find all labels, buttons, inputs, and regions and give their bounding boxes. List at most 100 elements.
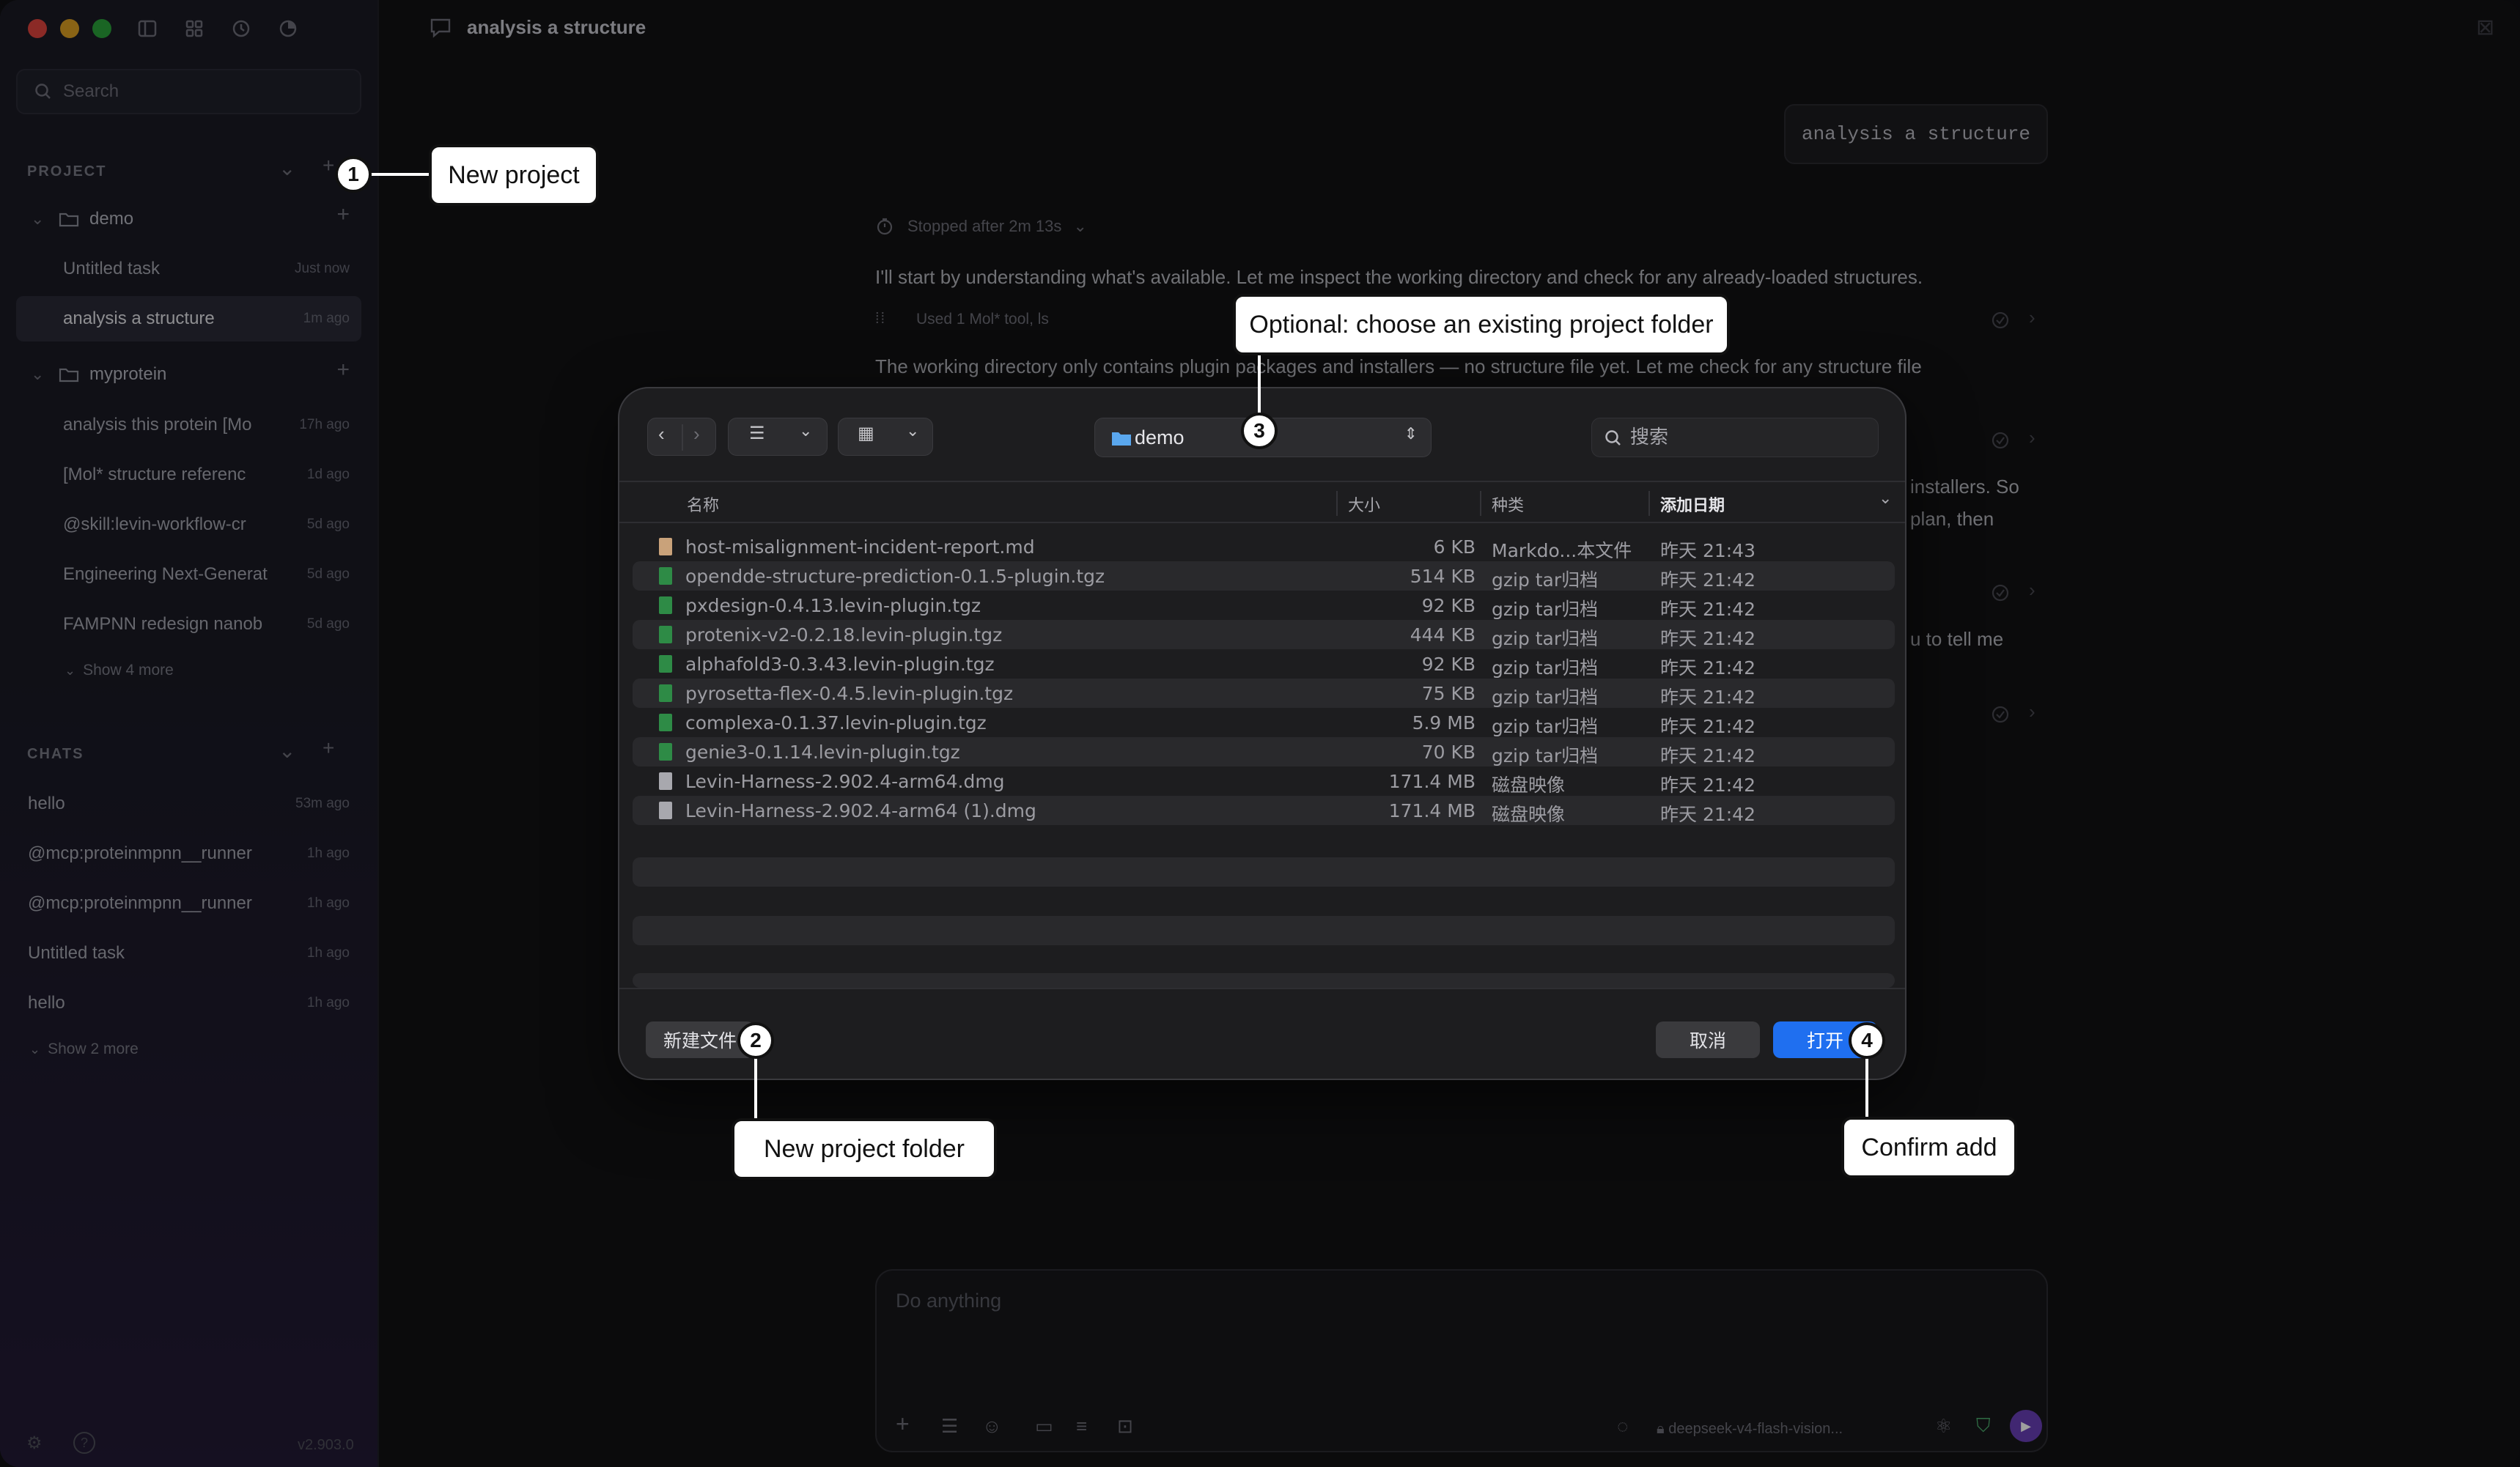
- callout-connector: [1865, 1058, 1868, 1118]
- chevron-down-icon: ⌄: [906, 421, 920, 440]
- file-name: pxdesign-0.4.13.levin-plugin.tgz: [685, 595, 981, 616]
- file-name: complexa-0.1.37.levin-plugin.tgz: [685, 712, 987, 734]
- column-kind[interactable]: 种类: [1492, 492, 1524, 516]
- file-kind: gzip tar归档: [1492, 657, 1599, 679]
- file-date: 昨天 21:42: [1660, 745, 1755, 766]
- file-size: 75 KB: [1421, 683, 1475, 704]
- file-row[interactable]: host-misalignment-incident-report.md 6 KB…: [633, 532, 1895, 561]
- column-name[interactable]: 名称: [687, 492, 719, 516]
- file-date: 昨天 21:42: [1660, 599, 1755, 620]
- step-badge-2: 2: [737, 1022, 774, 1059]
- step-badge-1: 1: [335, 156, 372, 193]
- file-date: 昨天 21:43: [1660, 540, 1755, 561]
- archive-file-icon: [659, 655, 672, 673]
- file-row[interactable]: Levin-Harness-2.902.4-arm64.dmg 171.4 MB 磁…: [633, 766, 1895, 796]
- file-row[interactable]: opendde-structure-prediction-0.1.5-plugi…: [633, 561, 1895, 591]
- list-view-icon: ☰: [749, 424, 765, 443]
- file-size: 171.4 MB: [1388, 800, 1475, 821]
- file-list-header: 名称 大小 种类 添加日期 ⌄: [619, 481, 1905, 523]
- file-size: 92 KB: [1421, 595, 1475, 616]
- file-row[interactable]: genie3-0.1.14.levin-plugin.tgz 70 KB gzip …: [633, 737, 1895, 766]
- cancel-button[interactable]: 取消: [1656, 1021, 1760, 1058]
- file-kind: gzip tar归档: [1492, 569, 1599, 591]
- callout-choose-folder: Optional: choose an existing project fol…: [1233, 294, 1730, 355]
- file-kind: gzip tar归档: [1492, 628, 1599, 649]
- empty-row: [633, 857, 1895, 887]
- file-name: protenix-v2-0.2.18.levin-plugin.tgz: [685, 624, 1003, 646]
- file-kind: 磁盘映像: [1492, 804, 1566, 825]
- column-size[interactable]: 大小: [1348, 492, 1380, 516]
- archive-file-icon: [659, 626, 672, 643]
- nav-segment: ‹ ›: [647, 418, 716, 456]
- file-date: 昨天 21:42: [1660, 716, 1755, 737]
- grid-view-icon: ▦: [858, 424, 874, 443]
- file-size: 444 KB: [1410, 624, 1475, 646]
- step-badge-4: 4: [1849, 1022, 1885, 1059]
- callout-connector: [754, 1058, 757, 1120]
- back-arrow-icon[interactable]: ‹: [658, 423, 665, 446]
- disk-image-icon: [659, 802, 672, 819]
- up-down-chevron-icon: ⇕: [1404, 424, 1418, 443]
- open-folder-dialog: ‹ › ☰ ⌄ ▦ ⌄ demo ⇕ 名称: [618, 387, 1906, 1080]
- file-name: Levin-Harness-2.902.4-arm64 (1).dmg: [685, 800, 1036, 821]
- step-badge-3: 3: [1241, 413, 1278, 449]
- callout-connector: [1258, 355, 1261, 421]
- archive-file-icon: [659, 714, 672, 731]
- file-row[interactable]: pyrosetta-flex-0.4.5.levin-plugin.tgz 75 …: [633, 679, 1895, 708]
- file-date: 昨天 21:42: [1660, 687, 1755, 708]
- file-row[interactable]: Levin-Harness-2.902.4-arm64 (1).dmg 171.4…: [633, 796, 1895, 825]
- file-size: 514 KB: [1410, 566, 1475, 587]
- file-size: 6 KB: [1433, 536, 1475, 558]
- dialog-search[interactable]: [1591, 418, 1879, 457]
- app-window: PROJECT ⌄ + ⌄ demo + Untitled task Just …: [0, 0, 2520, 1467]
- archive-file-icon: [659, 567, 672, 585]
- file-name: Levin-Harness-2.902.4-arm64.dmg: [685, 771, 1005, 792]
- document-file-icon: [659, 538, 672, 555]
- search-icon: [1605, 430, 1621, 446]
- file-name: genie3-0.1.14.levin-plugin.tgz: [685, 742, 960, 763]
- forward-arrow-icon[interactable]: ›: [693, 423, 700, 446]
- file-name: opendde-structure-prediction-0.1.5-plugi…: [685, 566, 1105, 587]
- callout-new-project: New project: [429, 144, 599, 206]
- archive-file-icon: [659, 743, 672, 761]
- archive-file-icon: [659, 596, 672, 614]
- callout-connector: [371, 173, 430, 176]
- dialog-footer: 新建文件 取消 打开: [619, 988, 1905, 1079]
- sort-chevron-icon[interactable]: ⌄: [1879, 489, 1892, 508]
- chevron-down-icon: ⌄: [799, 421, 813, 440]
- view-grid-toggle[interactable]: ▦ ⌄: [838, 418, 933, 456]
- dialog-search-input[interactable]: [1630, 426, 1865, 448]
- file-kind: gzip tar归档: [1492, 716, 1599, 737]
- file-size: 70 KB: [1421, 742, 1475, 763]
- archive-file-icon: [659, 684, 672, 702]
- location-name: demo: [1135, 426, 1185, 448]
- folder-icon: [1112, 432, 1131, 446]
- disk-image-icon: [659, 772, 672, 790]
- file-kind: 磁盘映像: [1492, 775, 1566, 796]
- callout-new-project-folder: New project folder: [732, 1118, 997, 1180]
- file-kind: gzip tar归档: [1492, 687, 1599, 708]
- file-row[interactable]: alphafold3-0.3.43.levin-plugin.tgz 92 KB g…: [633, 649, 1895, 679]
- file-size: 92 KB: [1421, 654, 1475, 675]
- file-date: 昨天 21:42: [1660, 569, 1755, 591]
- file-row[interactable]: complexa-0.1.37.levin-plugin.tgz 5.9 MB gz…: [633, 708, 1895, 737]
- column-date-added[interactable]: 添加日期: [1660, 492, 1725, 516]
- file-size: 171.4 MB: [1388, 771, 1475, 792]
- file-name: alphafold3-0.3.43.levin-plugin.tgz: [685, 654, 995, 675]
- callout-confirm-add: Confirm add: [1841, 1117, 2017, 1178]
- file-size: 5.9 MB: [1412, 712, 1475, 734]
- file-kind: gzip tar归档: [1492, 599, 1599, 620]
- file-date: 昨天 21:42: [1660, 804, 1755, 825]
- file-date: 昨天 21:42: [1660, 628, 1755, 649]
- file-row[interactable]: protenix-v2-0.2.18.levin-plugin.tgz 444 K…: [633, 620, 1895, 649]
- file-date: 昨天 21:42: [1660, 775, 1755, 796]
- file-name: pyrosetta-flex-0.4.5.levin-plugin.tgz: [685, 683, 1014, 704]
- view-list-toggle[interactable]: ☰ ⌄: [728, 418, 828, 456]
- file-date: 昨天 21:42: [1660, 657, 1755, 679]
- empty-row: [633, 916, 1895, 945]
- empty-row: [633, 973, 1895, 988]
- file-row[interactable]: pxdesign-0.4.13.levin-plugin.tgz 92 KB gzi…: [633, 591, 1895, 620]
- file-kind: gzip tar归档: [1492, 745, 1599, 766]
- file-name: host-misalignment-incident-report.md: [685, 536, 1035, 558]
- file-kind: Markdo...本文件: [1492, 540, 1632, 561]
